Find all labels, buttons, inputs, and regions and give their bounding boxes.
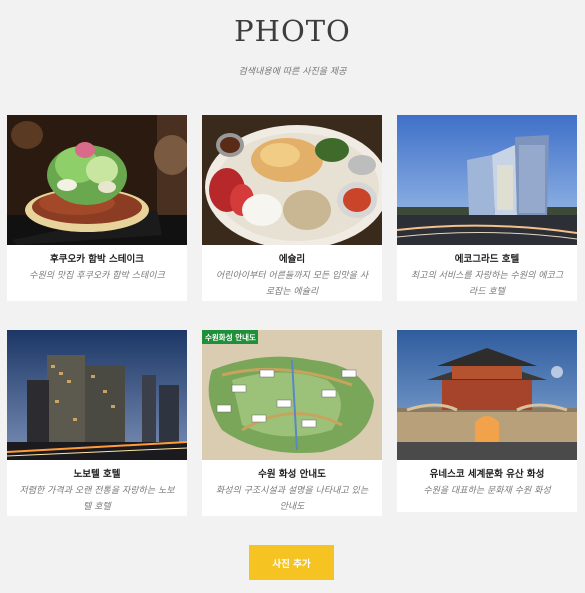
- photo-card-6[interactable]: 유네스코 세계문화 유산 화성 수원을 대표하는 문화재 수원 화성: [397, 330, 577, 512]
- page-subtitle: 검색내용에 따른 사진을 제공: [238, 67, 347, 77]
- page-title: PHOTO: [234, 14, 351, 48]
- card-title: 에슐리: [278, 254, 306, 265]
- card-title: 노보텔 호텔: [73, 469, 121, 480]
- photo-card-3[interactable]: 에코그라드 호텔 최고의 서비스를 자랑하는 수원의 에코그라드 호텔: [397, 115, 577, 301]
- card-title: 유네스코 세계문화 유산 화성: [429, 469, 545, 480]
- hwaseong-gate-photo[interactable]: [397, 330, 577, 460]
- photo-card-5[interactable]: 수원화성 안내도 수원 화성 안내도 화성의 구조시설과 설명을 나타내고 있는…: [202, 330, 382, 516]
- card-description: 수원을 대표하는 문화재 수원 화성: [423, 486, 551, 496]
- card-description: 저렴한 가격과 오랜 전통을 자랑하는 노보텔 호텔: [19, 486, 175, 512]
- card-description: 어린아이부터 어른들까지 모든 입맛을 사로잡는 에슐리: [215, 271, 369, 297]
- card-title: 수원 화성 안내도: [258, 469, 326, 480]
- card-description: 화성의 구조시설과 설명을 나타내고 있는 안내도: [215, 486, 369, 512]
- card-title: 에코그라드 호텔: [454, 254, 520, 265]
- add-photo-button[interactable]: 사진 추가: [249, 545, 334, 580]
- ecograd-hotel-photo[interactable]: [397, 115, 577, 245]
- novotel-hotel-photo[interactable]: [7, 330, 187, 460]
- card-description: 수원의 맛집 후쿠오카 함박 스테이크: [29, 271, 165, 281]
- photo-card-4[interactable]: 노보텔 호텔 저렴한 가격과 오랜 전통을 자랑하는 노보텔 호텔: [7, 330, 187, 516]
- ashley-buffet-photo[interactable]: [202, 115, 382, 245]
- map-badge-label: 수원화성 안내도: [205, 333, 256, 342]
- photo-card-1[interactable]: 후쿠오카 함박 스테이크 수원의 맛집 후쿠오카 함박 스테이크: [7, 115, 187, 301]
- card-description: 최고의 서비스를 자랑하는 수원의 에코그라드 호텔: [410, 271, 564, 297]
- card-title: 후쿠오카 함박 스테이크: [49, 254, 144, 265]
- hwaseong-map-photo[interactable]: 수원화성 안내도: [202, 330, 382, 460]
- hamburg-steak-photo[interactable]: [7, 115, 187, 245]
- photo-card-2[interactable]: 에슐리 어린아이부터 어른들까지 모든 입맛을 사로잡는 에슐리: [202, 115, 382, 301]
